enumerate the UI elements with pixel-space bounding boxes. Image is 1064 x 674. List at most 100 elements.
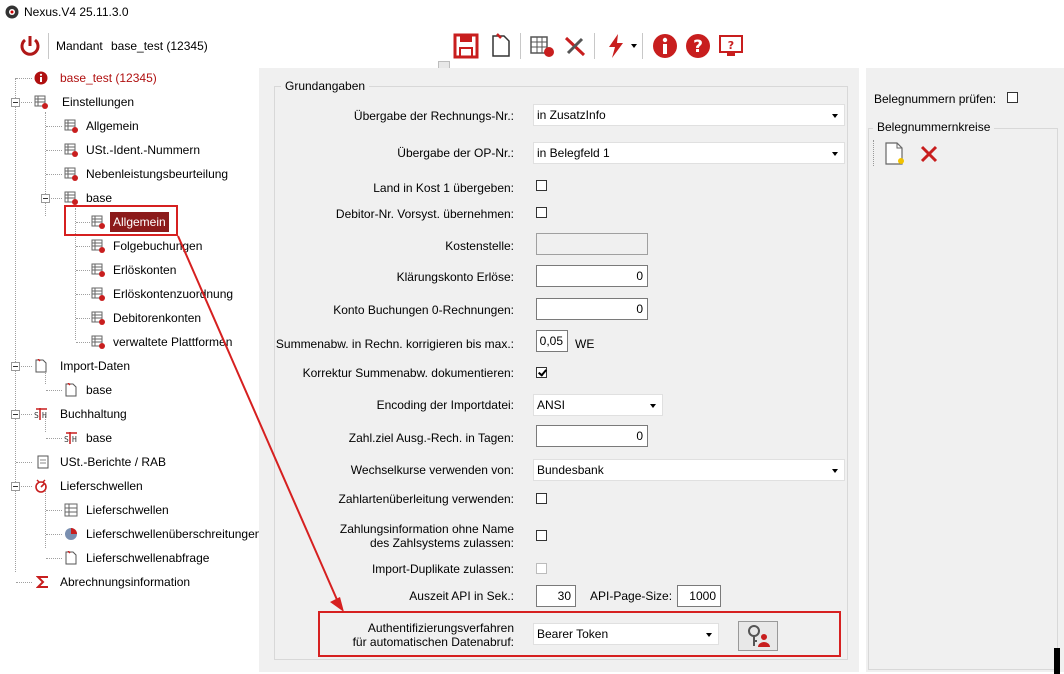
table-gear-icon [91, 263, 105, 277]
tree-item-import[interactable]: Import-Daten [0, 356, 258, 376]
tree-label: Debitorenkonten [113, 311, 202, 325]
tree-item-allgemein[interactable]: Allgemein [0, 116, 258, 136]
korrektur-checkbox[interactable] [536, 367, 547, 378]
tree-item-nebenleistung[interactable]: Nebenleistungsbeurteilung [0, 164, 258, 184]
uebergabe-rechnung-select[interactable]: in ZusatzInfo [533, 104, 845, 126]
tree-item-ustid[interactable]: USt.-Ident.-Nummern [0, 140, 258, 160]
tools-icon[interactable] [562, 33, 588, 59]
uebergabe-op-select[interactable]: in Belegfeld 1 [533, 142, 845, 164]
table-gear-icon [64, 191, 78, 205]
duplikate-label: Import-Duplikate zulassen: [371, 562, 514, 576]
tree-item-folgebuchungen[interactable]: Folgebuchungen [0, 236, 258, 256]
ledger-icon: SH [64, 432, 77, 444]
debitor-checkbox[interactable] [536, 207, 547, 218]
tree-item-buchhaltung[interactable]: SH Buchhaltung [0, 404, 258, 424]
chevron-down-icon [832, 152, 838, 156]
auszeit-input[interactable]: 30 [536, 585, 576, 607]
tree-connector [46, 510, 62, 511]
tree-item-root[interactable]: base_test (12345) [0, 68, 258, 88]
klaerung-label: Klärungskonto Erlöse: [396, 270, 514, 284]
tree-label: base [86, 383, 113, 397]
tree-label: Lieferschwellen [86, 503, 169, 517]
tree-item-erloeskonten[interactable]: Erlöskonten [0, 260, 258, 280]
tree-item-ustberichte[interactable]: USt.-Berichte / RAB [0, 452, 258, 472]
wechselkurse-select[interactable]: Bundesbank [533, 459, 845, 481]
tree-label: USt.-Ident.-Nummern [86, 143, 201, 157]
klaerung-input[interactable]: 0 [536, 265, 648, 287]
sigma-icon [36, 576, 48, 588]
tree-item-import-base[interactable]: base [0, 380, 258, 400]
table-gear-icon [64, 119, 78, 133]
zahlarten-checkbox[interactable] [536, 493, 547, 504]
tree-item-debitorenkonten[interactable]: Debitorenkonten [0, 308, 258, 328]
tree-connector [46, 390, 62, 391]
tree-item-lieferschwellen[interactable]: Lieferschwellen [0, 476, 258, 496]
tree-label: Nebenleistungsbeurteilung [86, 167, 229, 181]
tree-label: USt.-Berichte / RAB [60, 455, 167, 469]
tree-connector [46, 174, 62, 175]
svg-text:S: S [64, 435, 69, 444]
tree-connector [46, 126, 62, 127]
tree-item-lieferschwellen-child[interactable]: Lieferschwellen [0, 500, 258, 520]
tree-item-buchhaltung-base[interactable]: SH base [0, 428, 258, 448]
tree-item-lieferschwellenueber[interactable]: Lieferschwellenüberschreitungen [0, 524, 261, 544]
tree-label: Lieferschwellenabfrage [86, 551, 210, 565]
info-icon[interactable] [652, 33, 678, 59]
tree-label: Abrechnungsinformation [60, 575, 191, 589]
konto0-input[interactable]: 0 [536, 298, 648, 320]
help-icon[interactable]: ? [685, 33, 711, 59]
zahlungsinfo-checkbox[interactable] [536, 530, 547, 541]
tree-connector [46, 150, 62, 151]
collapse-toggle[interactable] [11, 482, 20, 491]
tree-connector [21, 486, 32, 487]
tree-item-einstellungen[interactable]: Einstellungen [0, 92, 258, 112]
power-icon[interactable] [18, 34, 42, 58]
window-title: Nexus.V4 25.11.3.0 [24, 5, 129, 19]
tree-connector [76, 294, 90, 295]
tree-label: Buchhaltung [60, 407, 127, 421]
delete-icon[interactable] [920, 145, 938, 163]
lightning-dropdown-arrow[interactable] [628, 36, 640, 56]
document-icon [65, 551, 77, 565]
tree-item-plattformen[interactable]: verwaltete Plattformen [0, 332, 258, 352]
select-value: in ZusatzInfo [537, 108, 606, 122]
tree-item-erloeskontenzuordnung[interactable]: Erlöskontenzuordnung [0, 284, 258, 304]
collapse-toggle[interactable] [11, 410, 20, 419]
auszeit-label: Auszeit API in Sek.: [409, 589, 514, 603]
text-cursor [1054, 648, 1060, 674]
korrektur-label: Korrektur Summenabw. dokumentieren: [302, 366, 514, 380]
tree-item-lieferschwellenabfrage[interactable]: Lieferschwellenabfrage [0, 548, 258, 568]
new-document-icon[interactable] [884, 142, 906, 166]
toolbar: Mandant base_test (12345) ? ? [0, 24, 1064, 81]
belegnummern-checkbox[interactable] [1007, 92, 1018, 103]
chevron-down-icon [832, 469, 838, 473]
tree-connector [21, 102, 32, 103]
table-gear-icon [91, 311, 105, 325]
tree-label: Import-Daten [60, 359, 131, 373]
zahlziel-input[interactable]: 0 [536, 425, 648, 447]
summenabw-input[interactable]: 0,05 [536, 330, 568, 352]
svg-text:H: H [72, 435, 77, 444]
form-labels: Übergabe der Rechnungs-Nr.: Übergabe der… [274, 0, 514, 674]
pagesize-input[interactable]: 1000 [677, 585, 721, 607]
tree-connector [16, 462, 32, 463]
land-kost-checkbox[interactable] [536, 180, 547, 191]
duplikate-checkbox[interactable] [536, 563, 547, 574]
zahlungsinfo-label-2: des Zahlsystems zulassen: [369, 536, 514, 550]
collapse-toggle[interactable] [11, 362, 20, 371]
toolbar-separator [520, 33, 521, 59]
zahlziel-label: Zahl.ziel Ausg.-Rech. in Tagen: [348, 431, 514, 445]
table-settings-icon[interactable] [529, 33, 555, 59]
kostenstelle-input[interactable] [536, 233, 648, 255]
document-icon [65, 383, 77, 397]
lightning-icon[interactable] [603, 33, 629, 59]
encoding-select[interactable]: ANSI [533, 394, 663, 416]
screen-help-icon[interactable]: ? [718, 33, 744, 59]
collapse-toggle[interactable] [11, 98, 20, 107]
table-gear-icon [91, 239, 105, 253]
collapse-toggle[interactable] [41, 194, 50, 203]
land-kost-label: Land in Kost 1 übergeben: [373, 181, 514, 195]
tree-connector [46, 438, 62, 439]
tree-label: Erlöskonten [113, 263, 177, 277]
tree-item-abrechnung[interactable]: Abrechnungsinformation [0, 572, 258, 592]
